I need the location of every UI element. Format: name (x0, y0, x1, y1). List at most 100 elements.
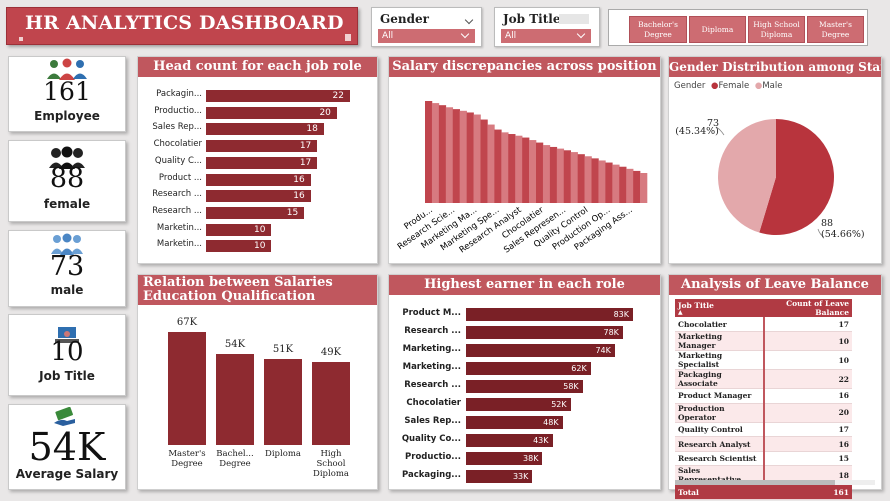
salary-step-bar[interactable] (522, 137, 530, 203)
headcount-bar-value: 16 (293, 191, 305, 202)
table-scrollbar-thumb[interactable] (675, 480, 835, 485)
highest-earner-bar[interactable]: 78K (466, 326, 623, 339)
highest-earner-bar[interactable]: 33K (466, 470, 533, 483)
leave-total-value: 161 (763, 484, 852, 501)
salary-step-bar[interactable] (549, 146, 558, 203)
salary-step-bar[interactable] (577, 154, 585, 203)
highest-earner-bar-value: 58K (563, 382, 579, 391)
headcount-bar[interactable]: 16 (206, 190, 311, 203)
headcount-bar[interactable]: 10 (206, 223, 272, 236)
headcount-bar[interactable]: 20 (206, 106, 337, 119)
table-row[interactable]: Research Scientist 15 (675, 451, 852, 467)
chevron-down-icon[interactable] (464, 15, 474, 25)
salary-step-bar[interactable] (529, 140, 537, 203)
education-salary-title: Relation between Salaries Education Qual… (138, 275, 377, 305)
job-title-select[interactable]: All (501, 29, 591, 43)
highest-earner-bar-value: 74K (595, 346, 611, 355)
salary-step-bar[interactable] (619, 166, 627, 203)
education-bar[interactable] (312, 362, 350, 445)
headcount-bar[interactable]: 17 (206, 140, 318, 153)
salary-step-bar[interactable] (584, 156, 592, 203)
highest-earner-bar[interactable]: 58K (466, 380, 583, 393)
salary-step-bar[interactable] (459, 110, 467, 203)
salary-step-bar[interactable] (466, 112, 474, 203)
gender-slicer[interactable]: Gender All (371, 7, 482, 47)
salary-step-bar[interactable] (605, 162, 613, 203)
salary-step-bar[interactable] (542, 145, 551, 203)
salary-step-bar[interactable] (536, 142, 544, 203)
salary-step-bar[interactable] (598, 160, 606, 203)
headcount-bar[interactable]: 18 (206, 123, 324, 136)
headcount-bar[interactable]: 10 (206, 240, 272, 253)
salary-step-bar[interactable] (425, 101, 433, 203)
kpi-average-salary-card: 54K Average Salary (8, 404, 126, 490)
gender-slicer-label: Gender (380, 12, 429, 26)
education-option-high-school[interactable]: High School Diploma (748, 16, 805, 43)
gender-select[interactable]: All (378, 29, 475, 43)
table-row[interactable]: Chocolatier 17 (675, 317, 852, 333)
salary-step-bar[interactable] (494, 129, 502, 203)
headcount-row-label: Research ... (152, 189, 202, 200)
headcount-row-label: Quality C... (154, 155, 202, 166)
highest-earner-bar[interactable]: 52K (466, 398, 571, 411)
education-bar[interactable] (264, 358, 302, 445)
highest-earner-bar[interactable]: 83K (466, 308, 633, 321)
education-option-diploma[interactable]: Diploma (689, 16, 746, 43)
salary-step-bar[interactable] (487, 124, 495, 203)
slicer-clear-area[interactable] (559, 14, 589, 24)
kpi-female-card: 88 female (8, 140, 126, 222)
leave-col-count[interactable]: Count of Leave Balance (763, 299, 852, 317)
leave-balance-title: Analysis of Leave Balance (669, 275, 881, 295)
leave-count-cell: 10 (762, 331, 852, 352)
salary-step-bar[interactable] (626, 168, 634, 203)
education-bar[interactable] (216, 353, 254, 445)
leave-job-cell: Marketing Specialist (675, 350, 764, 371)
education-option-bachelors[interactable]: Bachelor's Degree (629, 16, 687, 43)
highest-earner-bar[interactable]: 62K (466, 362, 591, 375)
salary-step-bar[interactable] (591, 158, 599, 203)
salary-step-bar[interactable] (556, 148, 565, 203)
education-option-masters[interactable]: Master's Degree (807, 16, 864, 43)
table-row[interactable]: Product Manager 16 (675, 388, 852, 404)
headcount-bar-value: 17 (299, 157, 312, 168)
salary-step-bar[interactable] (570, 152, 578, 203)
headcount-bar[interactable]: 22 (206, 90, 350, 102)
table-row[interactable]: Research Analyst 16 (675, 436, 852, 452)
table-row[interactable]: Marketing Specialist 10 (675, 350, 852, 371)
salary-step-bar[interactable] (480, 119, 488, 203)
salary-step-bar[interactable] (563, 150, 571, 203)
highest-earner-bar[interactable]: 74K (466, 344, 615, 357)
salary-step-bar[interactable] (473, 114, 481, 203)
table-row[interactable]: Marketing Manager 10 (675, 331, 852, 352)
leave-balance-panel: Analysis of Leave Balance Job Title ▲ Cou… (668, 274, 882, 501)
highest-earner-bar[interactable]: 38K (466, 452, 543, 465)
table-scrollbar[interactable] (675, 480, 875, 485)
headcount-bar-value: 20 (319, 107, 331, 118)
highest-earner-row-label: Research ... (404, 380, 461, 390)
education-bar[interactable] (168, 332, 206, 445)
headcount-bar[interactable]: 15 (206, 206, 305, 219)
salary-step-bar[interactable] (452, 109, 460, 203)
salary-step-bar[interactable] (501, 132, 509, 203)
highest-earner-bar[interactable]: 43K (466, 434, 553, 447)
job-title-slicer[interactable]: Job Title All (494, 7, 600, 47)
gender-distribution-title: Gender Distribution among Staff (669, 57, 881, 77)
leave-count-cell: 10 (762, 350, 852, 371)
headcount-row-label: Product ... (158, 172, 202, 183)
salary-step-bar[interactable] (515, 135, 523, 203)
table-row[interactable]: Packaging Associate 22 (675, 369, 852, 390)
headcount-bar[interactable]: 17 (206, 156, 318, 169)
salary-step-bar[interactable] (438, 105, 447, 203)
salary-step-bar[interactable] (633, 170, 641, 203)
leave-col-job-title[interactable]: Job Title ▲ (675, 299, 764, 317)
headcount-bar[interactable]: 16 (206, 173, 311, 186)
salary-step-bar[interactable] (640, 173, 648, 203)
salary-step-bar[interactable] (431, 103, 440, 203)
salary-step-bar[interactable] (445, 107, 454, 203)
highest-earner-bar[interactable]: 48K (466, 416, 563, 429)
salary-step-bar[interactable] (508, 134, 516, 203)
salary-step-bar[interactable] (612, 164, 620, 203)
table-row[interactable]: Quality Control 17 (675, 422, 852, 438)
leave-job-cell: Packaging Associate (675, 369, 764, 390)
table-row[interactable]: Production Operator 20 (675, 403, 852, 423)
